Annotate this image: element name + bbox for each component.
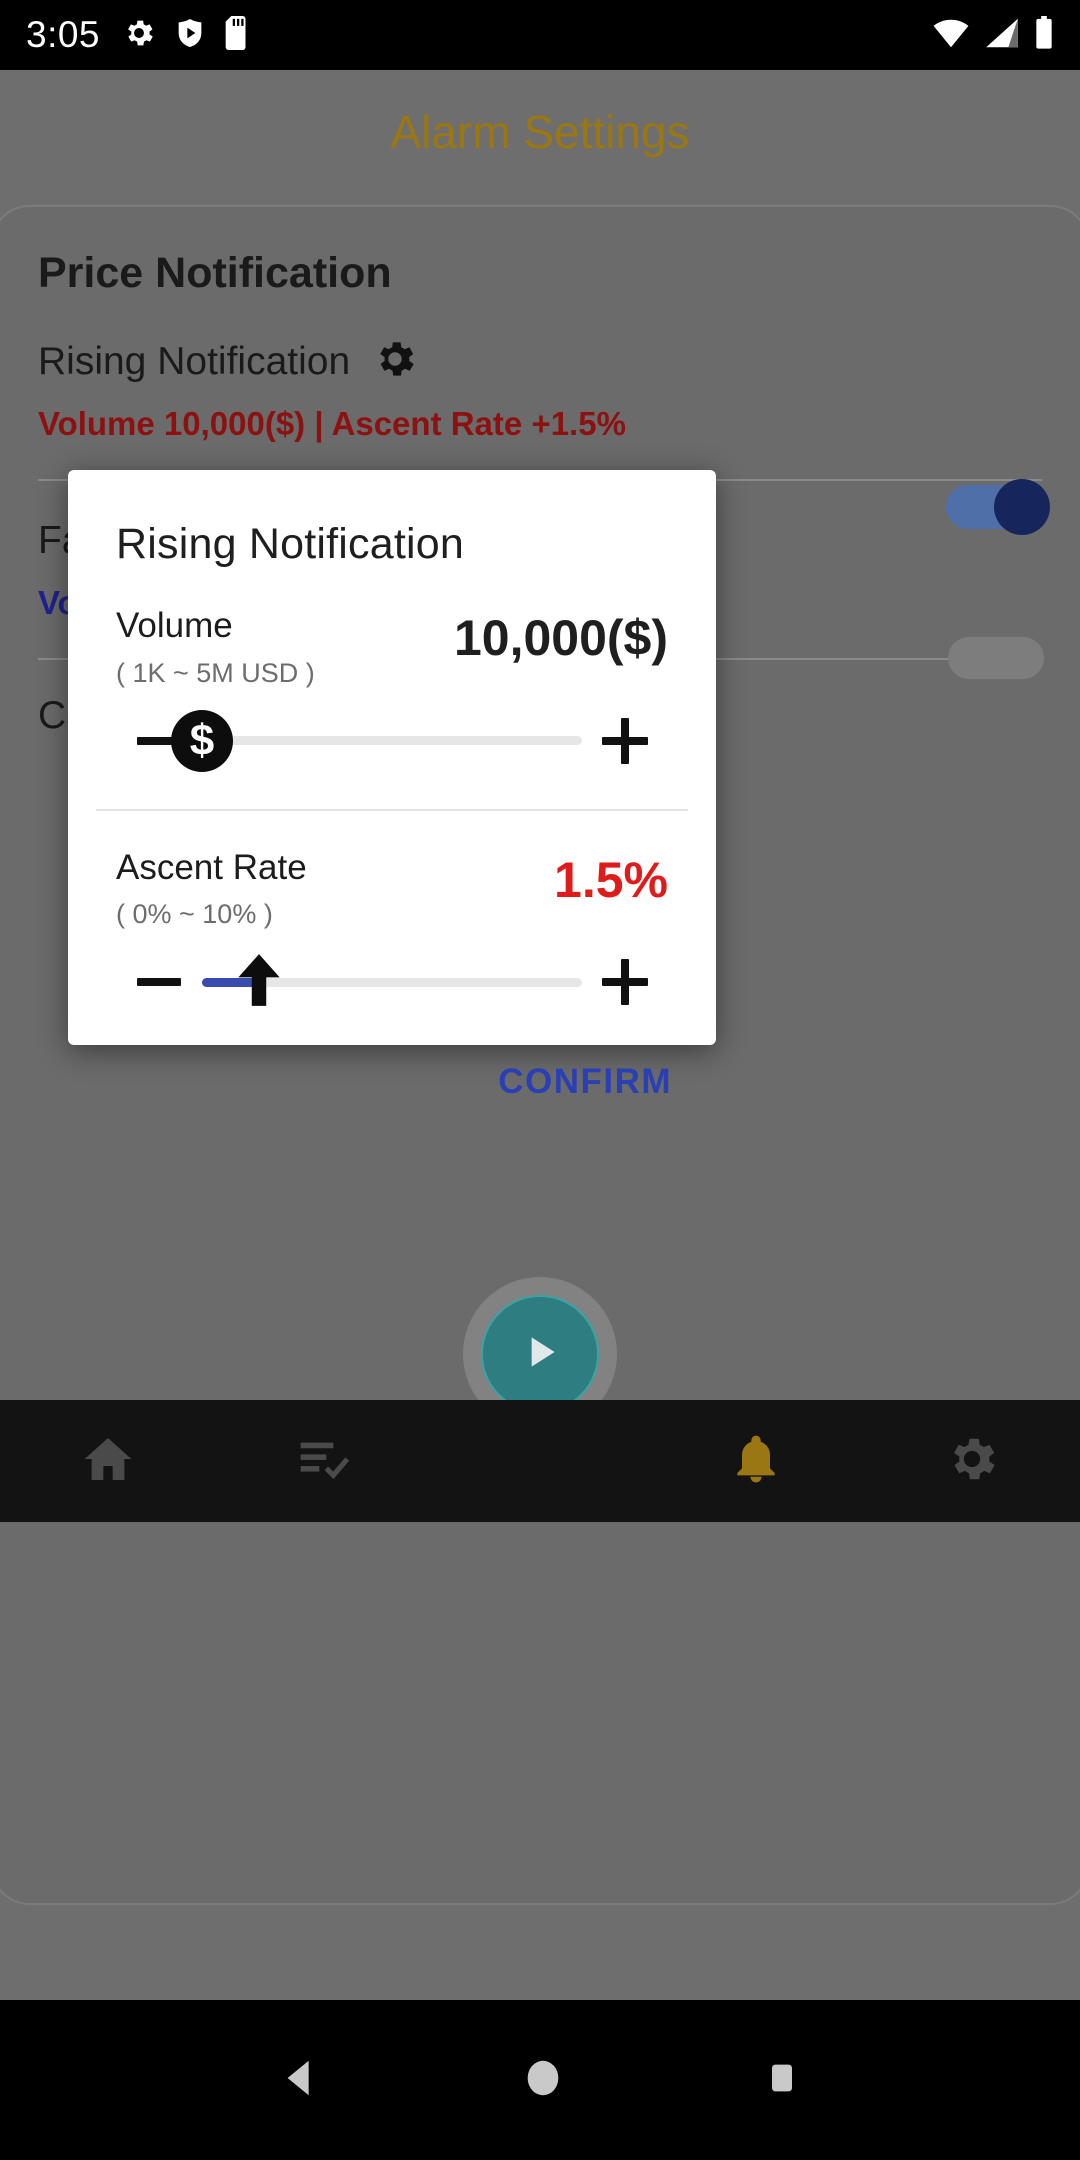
back-icon[interactable] xyxy=(278,2055,324,2106)
toggle-falling-notification[interactable] xyxy=(948,637,1044,679)
toggle-knob xyxy=(994,479,1050,535)
status-bar-right-icons xyxy=(932,15,1054,55)
status-bar: 3:05 xyxy=(0,0,1080,70)
volume-section: Volume ( 1K ~ 5M USD ) 10,000($) $ xyxy=(68,569,716,775)
home-icon xyxy=(80,1431,136,1492)
shield-play-icon xyxy=(174,16,206,55)
ascent-rate-range: ( 0% ~ 10% ) xyxy=(116,899,273,929)
plus-icon-vertical xyxy=(621,959,629,1005)
play-icon xyxy=(515,1327,565,1382)
row-label-rising: Rising Notification xyxy=(38,339,351,383)
recents-square-icon[interactable] xyxy=(762,2055,802,2106)
wifi-icon xyxy=(932,17,970,54)
volume-value: 10,000($) xyxy=(453,610,668,666)
android-system-nav xyxy=(0,2000,1080,2160)
play-fab-button[interactable] xyxy=(481,1295,599,1413)
volume-slider[interactable]: $ xyxy=(171,706,582,776)
volume-range: ( 1K ~ 5M USD ) xyxy=(116,657,315,688)
cell-signal-icon xyxy=(983,17,1021,54)
volume-increase-button[interactable] xyxy=(582,706,668,776)
page-title: Alarm Settings xyxy=(390,106,690,158)
ascent-rate-label: Ascent Rate xyxy=(116,847,307,887)
volume-labels: Volume ( 1K ~ 5M USD ) xyxy=(116,606,315,689)
status-bar-left-icons xyxy=(122,15,250,55)
minus-icon xyxy=(137,978,181,986)
ascent-rate-slider-row xyxy=(98,930,686,1016)
up-arrow-icon[interactable] xyxy=(228,949,290,1016)
nav-item-alarm[interactable] xyxy=(648,1431,864,1492)
plus-icon-vertical xyxy=(621,717,629,764)
bell-icon xyxy=(728,1431,784,1492)
volume-header-row: Volume ( 1K ~ 5M USD ) 10,000($) xyxy=(98,569,686,689)
ascent-rate-increase-button[interactable] xyxy=(582,947,668,1017)
checklist-icon xyxy=(296,1431,352,1492)
toggle-rising-notification[interactable] xyxy=(946,479,1050,535)
ascent-rate-labels: Ascent Rate ( 0% ~ 10% ) xyxy=(116,847,307,931)
sd-card-icon xyxy=(224,15,250,55)
dollar-coin-icon[interactable]: $ xyxy=(171,709,233,772)
card-title: Price Notification xyxy=(38,249,392,297)
battery-icon xyxy=(1034,15,1054,55)
volume-slider-row: $ xyxy=(98,689,686,775)
volume-thumb-glyph: $ xyxy=(189,715,215,765)
nav-item-home[interactable] xyxy=(0,1431,216,1492)
nav-item-settings[interactable] xyxy=(864,1431,1080,1492)
bottom-navigation-bar xyxy=(0,1400,1080,1522)
ascent-rate-slider[interactable] xyxy=(202,947,582,1017)
ascent-rate-value: 1.5% xyxy=(554,851,668,908)
ascent-rate-decrease-button[interactable] xyxy=(116,947,202,1017)
volume-label: Volume xyxy=(116,606,233,645)
ascent-rate-section: Ascent Rate ( 0% ~ 10% ) 1.5% xyxy=(68,811,716,1017)
ascent-rate-header-row: Ascent Rate ( 0% ~ 10% ) 1.5% xyxy=(98,811,686,931)
status-bar-clock: 3:05 xyxy=(26,14,101,55)
dialog-title: Rising Notification xyxy=(116,520,464,568)
gear-icon xyxy=(122,16,156,55)
rising-notification-dialog: Rising Notification Volume ( 1K ~ 5M USD… xyxy=(68,470,716,1101)
gear-icon xyxy=(944,1431,1000,1492)
gear-icon[interactable] xyxy=(372,336,418,387)
nav-item-checklist[interactable] xyxy=(216,1431,432,1492)
volume-slider-track xyxy=(202,736,582,745)
row-summary-rising: Volume 10,000($) | Ascent Rate +1.5% xyxy=(38,405,626,442)
row-rising-notification[interactable]: Rising Notification xyxy=(38,336,1042,387)
home-circle-icon[interactable] xyxy=(520,2055,566,2106)
confirm-button[interactable]: CONFIRM xyxy=(68,1016,716,1102)
